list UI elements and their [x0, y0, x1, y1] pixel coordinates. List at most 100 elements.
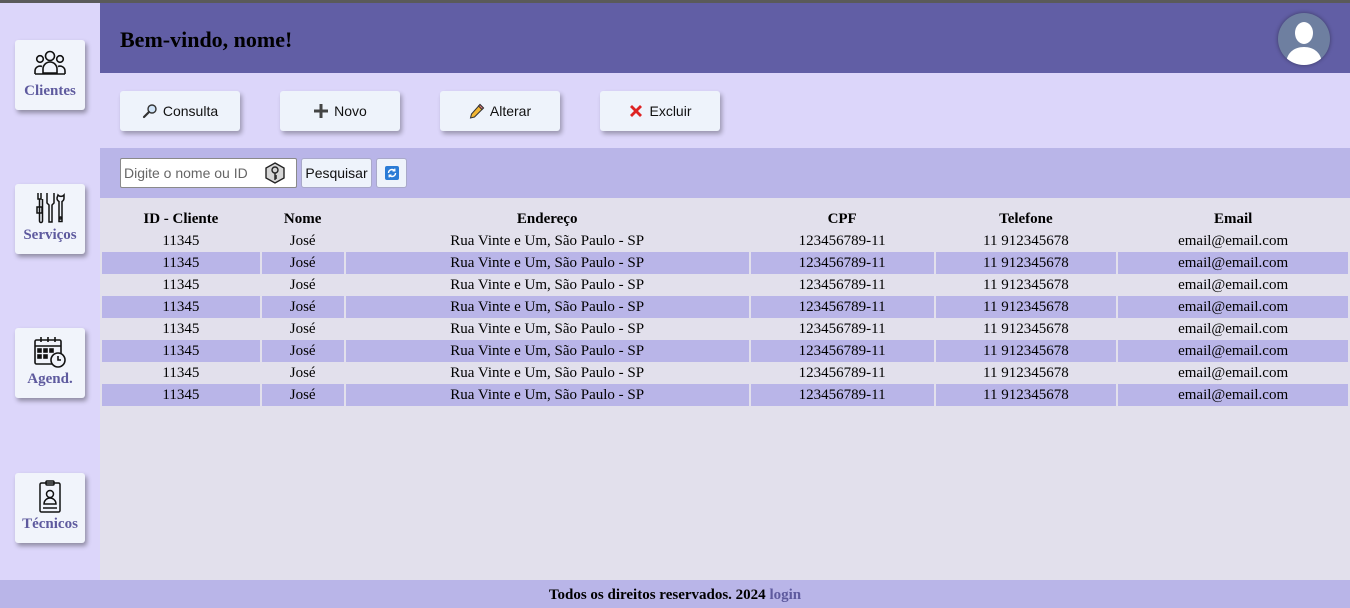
user-silhouette-icon	[1286, 22, 1322, 65]
search-bar: Pesquisar	[100, 148, 1350, 198]
consulta-button[interactable]: Consulta	[120, 91, 240, 131]
cell-nome: José	[289, 232, 316, 249]
cell-telefone: 11 912345678	[935, 384, 1117, 406]
page-header: Bem-vindo, nome!	[100, 3, 1350, 73]
cell-telefone: 11 912345678	[935, 252, 1117, 274]
cell-id: 11345	[162, 320, 200, 337]
clients-table-area: ID - Cliente Nome Endereço CPF Telefone …	[100, 208, 1350, 406]
plus-icon	[314, 104, 329, 118]
magnifier-icon	[142, 104, 157, 119]
cell-cpf: 123456789-11	[750, 384, 934, 406]
cell-email: email@email.com	[1118, 384, 1348, 406]
column-header-cpf[interactable]: CPF	[751, 208, 934, 230]
cell-cpf: 123456789-11	[750, 296, 934, 318]
sidebar-item-label: Técnicos	[22, 516, 78, 532]
sidebar-item-label: Agend.	[27, 371, 73, 387]
alterar-button[interactable]: Alterar	[440, 91, 560, 131]
table-row[interactable]: 11345 José Rua Vinte e Um, São Paulo - SP 1…	[102, 252, 1348, 274]
table-body: 11345 José Rua Vinte e Um, São Paulo - SP 1…	[102, 230, 1348, 406]
cell-cpf: 123456789-11	[798, 320, 886, 337]
excluir-label: Excluir	[649, 103, 692, 119]
cell-email: email@email.com	[1118, 340, 1348, 362]
cell-telefone: 11 912345678	[983, 276, 1069, 293]
sidebar: Clientes Serviços Agend. Técnicos	[0, 3, 100, 580]
table-row[interactable]: 11345 José Rua Vinte e Um, São Paulo - SP 1…	[102, 340, 1348, 362]
cell-telefone: 11 912345678	[983, 232, 1069, 249]
table-header-row: ID - Cliente Nome Endereço CPF Telefone …	[102, 208, 1348, 230]
sidebar-item-servicos[interactable]: Serviços	[15, 184, 85, 254]
refresh-icon	[384, 166, 399, 180]
cell-id: 11345	[162, 232, 200, 249]
search-field-wrapper	[120, 158, 297, 188]
table-row[interactable]: 11345 José Rua Vinte e Um, São Paulo - SP 1…	[102, 274, 1348, 296]
table-row[interactable]: 11345 José Rua Vinte e Um, São Paulo - SP 1…	[102, 230, 1348, 252]
cell-email: email@email.com	[1178, 276, 1289, 293]
people-icon	[34, 50, 66, 75]
cell-endereco: Rua Vinte e Um, São Paulo - SP	[345, 252, 749, 274]
cell-endereco: Rua Vinte e Um, São Paulo - SP	[450, 320, 645, 337]
action-bar: Consulta Novo Alterar Excluir	[100, 73, 1350, 148]
cell-cpf: 123456789-11	[798, 232, 886, 249]
footer: Todos os direitos reservados. 2024 login	[0, 580, 1350, 608]
footer-text: Todos os direitos reservados. 2024	[548, 587, 766, 603]
cell-email: email@email.com	[1178, 232, 1289, 249]
sidebar-item-label: Serviços	[23, 227, 77, 243]
tools-icon	[36, 193, 65, 224]
search-button[interactable]: Pesquisar	[301, 158, 372, 188]
novo-button[interactable]: Novo	[280, 91, 400, 131]
cell-nome: José	[261, 296, 344, 318]
alterar-label: Alterar	[489, 103, 532, 119]
novo-label: Novo	[334, 103, 367, 119]
column-header-email[interactable]: Email	[1118, 208, 1348, 230]
red-x-icon	[630, 105, 643, 117]
cell-nome: José	[261, 384, 344, 406]
cell-endereco: Rua Vinte e Um, São Paulo - SP	[345, 296, 749, 318]
cell-id: 11345	[162, 364, 200, 381]
cell-email: email@email.com	[1178, 320, 1289, 337]
search-input[interactable]	[124, 163, 264, 183]
clients-table: ID - Cliente Nome Endereço CPF Telefone …	[100, 208, 1350, 406]
cell-nome: José	[289, 320, 316, 337]
cell-nome: José	[261, 252, 344, 274]
sidebar-item-agendamento[interactable]: Agend.	[15, 328, 85, 398]
table-row[interactable]: 11345 José Rua Vinte e Um, São Paulo - SP 1…	[102, 362, 1348, 384]
cell-endereco: Rua Vinte e Um, São Paulo - SP	[345, 340, 749, 362]
id-badge-icon	[39, 480, 61, 513]
cell-telefone: 11 912345678	[983, 320, 1069, 337]
cell-telefone: 11 912345678	[983, 364, 1069, 381]
cell-endereco: Rua Vinte e Um, São Paulo - SP	[450, 232, 645, 249]
column-header-endereco[interactable]: Endereço	[346, 208, 749, 230]
column-header-id[interactable]: ID - Cliente	[102, 208, 260, 230]
cell-email: email@email.com	[1118, 296, 1348, 318]
cell-telefone: 11 912345678	[935, 296, 1117, 318]
excluir-button[interactable]: Excluir	[600, 91, 720, 131]
refresh-button[interactable]	[376, 158, 407, 188]
table-row[interactable]: 11345 José Rua Vinte e Um, São Paulo - SP 1…	[102, 384, 1348, 406]
cell-id: 11345	[102, 296, 260, 318]
cell-cpf: 123456789-11	[750, 252, 934, 274]
cell-id: 11345	[162, 276, 200, 293]
table-row[interactable]: 11345 José Rua Vinte e Um, São Paulo - SP 1…	[102, 318, 1348, 340]
cell-id: 11345	[102, 384, 260, 406]
sidebar-item-tecnicos[interactable]: Técnicos	[15, 473, 85, 543]
table-row[interactable]: 11345 José Rua Vinte e Um, São Paulo - SP 1…	[102, 296, 1348, 318]
consulta-label: Consulta	[162, 103, 219, 119]
cell-nome: José	[261, 340, 344, 362]
column-header-telefone[interactable]: Telefone	[936, 208, 1117, 230]
cell-email: email@email.com	[1118, 252, 1348, 274]
cell-cpf: 123456789-11	[750, 340, 934, 362]
page-title: Bem-vindo, nome!	[120, 27, 293, 52]
column-header-nome[interactable]: Nome	[262, 208, 344, 230]
cell-endereco: Rua Vinte e Um, São Paulo - SP	[450, 276, 645, 293]
cell-telefone: 11 912345678	[935, 340, 1117, 362]
login-link[interactable]: login	[769, 587, 801, 603]
cell-id: 11345	[102, 252, 260, 274]
avatar[interactable]	[1278, 13, 1330, 65]
sidebar-item-clientes[interactable]: Clientes	[15, 40, 85, 110]
cell-cpf: 123456789-11	[798, 276, 886, 293]
pencil-icon	[469, 103, 485, 119]
sidebar-item-label: Clientes	[24, 83, 76, 99]
cell-cpf: 123456789-11	[798, 364, 886, 381]
cell-email: email@email.com	[1178, 364, 1289, 381]
cell-nome: José	[289, 364, 316, 381]
